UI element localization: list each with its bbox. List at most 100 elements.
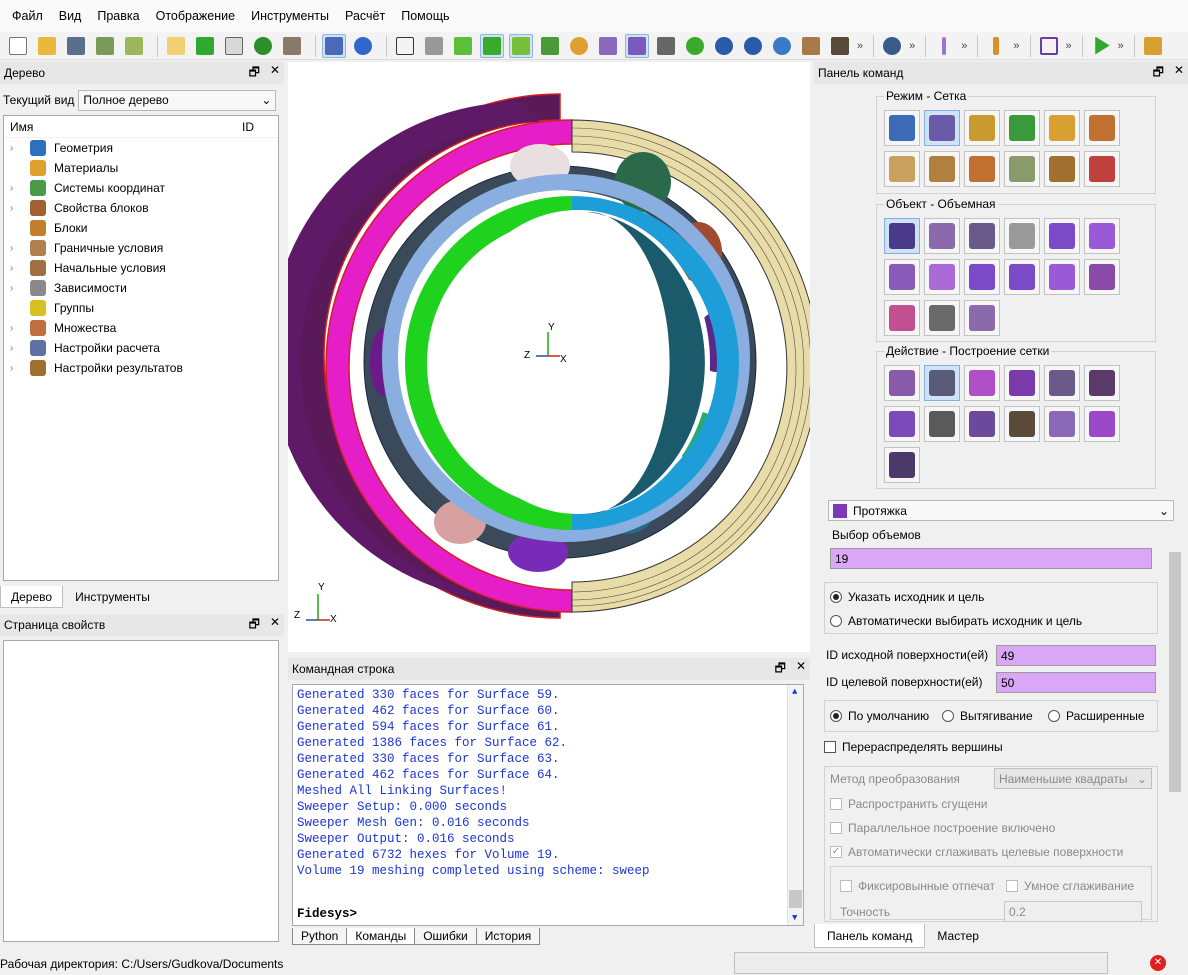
action-button[interactable] (884, 447, 920, 483)
object-button[interactable] (924, 218, 960, 254)
zoom-in-button[interactable] (712, 34, 736, 58)
tab-commands[interactable]: Команды (346, 928, 416, 945)
smart-smooth-checkbox[interactable] (1006, 880, 1018, 892)
transform-select[interactable]: Наименьшие квадраты ⌄ (994, 768, 1152, 789)
source-field[interactable]: 49 (996, 645, 1156, 666)
action-button[interactable] (884, 365, 920, 401)
export-button[interactable] (122, 34, 146, 58)
object-button[interactable] (964, 259, 1000, 295)
expand-arrow-icon[interactable]: › (10, 263, 24, 274)
redistribute-row[interactable]: Перераспределять вершины (824, 740, 1003, 754)
opt-extended-row[interactable]: Расширенные (1048, 709, 1145, 723)
menu-tools[interactable]: Инструменты (243, 9, 337, 23)
tree-item[interactable]: › Системы координат (4, 178, 278, 198)
menu-analysis[interactable]: Расчёт (337, 9, 393, 23)
object-button[interactable] (924, 259, 960, 295)
auto-smooth-checkbox[interactable]: ✓ (830, 846, 842, 858)
tree-view-select[interactable]: Полное дерево ⌄ (78, 89, 277, 111)
object-button[interactable] (1004, 218, 1040, 254)
fit-view-button[interactable] (770, 34, 794, 58)
object-button[interactable] (964, 300, 1000, 336)
action-button[interactable] (1084, 365, 1120, 401)
toolbar-overflow[interactable]: » (1013, 40, 1019, 52)
lighting-button[interactable] (567, 34, 591, 58)
action-button[interactable] (924, 365, 960, 401)
expand-arrow-icon[interactable]: › (10, 183, 24, 194)
scroll-down-icon[interactable]: ▼ (792, 913, 797, 923)
action-button[interactable] (884, 406, 920, 442)
mode-button[interactable] (1084, 151, 1120, 187)
tree-col-id[interactable]: ID (242, 120, 254, 134)
parallel-row[interactable]: Параллельное построение включено (830, 821, 1055, 835)
command-scrollbar[interactable]: ▲ ▼ (787, 685, 803, 925)
mode-button[interactable] (1004, 110, 1040, 146)
float-icon[interactable]: 🗗 (249, 615, 260, 636)
expand-arrow-icon[interactable]: › (10, 203, 24, 214)
frame-button[interactable] (1037, 34, 1061, 58)
radio-specify-row[interactable]: Указать исходник и цель (830, 590, 984, 604)
zoom-out-button[interactable] (741, 34, 765, 58)
select-mode-button[interactable] (322, 33, 346, 58)
command-output[interactable]: Generated 330 faces for Surface 59. Gener… (292, 684, 804, 926)
action-button[interactable] (1044, 365, 1080, 401)
close-icon[interactable]: ✕ (270, 63, 280, 84)
expand-arrow-icon[interactable]: › (10, 323, 24, 334)
auto-smooth-row[interactable]: ✓ Автоматически сглаживать целевые поверх… (830, 845, 1123, 859)
menu-file[interactable]: Файл (4, 9, 51, 23)
object-button[interactable] (884, 259, 920, 295)
3d-viewport[interactable]: Y Z X Y Z X (270, 62, 819, 652)
radio-auto-row[interactable]: Автоматически выбирать исходник и цель (830, 614, 1082, 628)
radio-extrude[interactable] (942, 710, 954, 722)
action-button[interactable] (1004, 365, 1040, 401)
node-button[interactable] (932, 34, 956, 58)
action-button[interactable] (924, 406, 960, 442)
mode-button[interactable] (1044, 110, 1080, 146)
tree-item[interactable]: › Граничные условия (4, 238, 278, 258)
wireframe-button[interactable] (393, 34, 417, 58)
tab-history[interactable]: История (475, 928, 541, 945)
tab-errors[interactable]: Ошибки (414, 928, 477, 945)
hidden-line-button[interactable] (422, 34, 446, 58)
scroll-thumb[interactable] (789, 890, 802, 908)
accuracy-field[interactable]: 0.2 (1004, 901, 1142, 922)
run-analysis-button[interactable] (1089, 34, 1113, 58)
action-button[interactable] (964, 406, 1000, 442)
box-view-button[interactable] (799, 34, 823, 58)
radio-auto[interactable] (830, 615, 842, 627)
tree-item[interactable]: › Геометрия (4, 138, 278, 158)
tree-item[interactable]: › Зависимости (4, 278, 278, 298)
particles-button[interactable] (880, 34, 904, 58)
object-button[interactable] (1004, 259, 1040, 295)
radio-specify[interactable] (830, 591, 842, 603)
action-button[interactable] (1084, 406, 1120, 442)
window-button[interactable] (654, 34, 678, 58)
fixed-imprints-checkbox[interactable] (840, 880, 852, 892)
scroll-up-icon[interactable]: ▲ (792, 687, 797, 697)
open-button[interactable] (35, 34, 59, 58)
scheme-select[interactable]: Протяжка ⌄ (828, 500, 1174, 521)
error-icon[interactable]: ✕ (1150, 955, 1166, 971)
tab-master[interactable]: Мастер (925, 924, 991, 948)
ruler-button[interactable] (828, 34, 852, 58)
tab-python[interactable]: Python (292, 928, 348, 945)
propagate-checkbox[interactable] (830, 798, 842, 810)
coord-button[interactable] (1141, 34, 1165, 58)
tab-tools[interactable]: Инструменты (63, 586, 160, 608)
hammer-button[interactable] (280, 34, 304, 58)
command-panel-scrollbar[interactable] (1168, 552, 1182, 912)
run-id-button[interactable] (222, 34, 246, 58)
mode-button[interactable] (1004, 151, 1040, 187)
save-as-button[interactable] (93, 34, 117, 58)
float-icon[interactable]: 🗗 (249, 63, 260, 84)
close-icon[interactable]: ✕ (1174, 63, 1184, 84)
menu-edit[interactable]: Правка (89, 9, 147, 23)
cut-button[interactable] (509, 33, 533, 58)
object-button[interactable] (1044, 218, 1080, 254)
object-button[interactable] (964, 218, 1000, 254)
object-button[interactable] (884, 300, 920, 336)
expand-arrow-icon[interactable]: › (10, 283, 24, 294)
tree-item[interactable]: › Начальные условия (4, 258, 278, 278)
refresh-button[interactable] (683, 34, 707, 58)
expand-arrow-icon[interactable]: › (10, 363, 24, 374)
redistribute-checkbox[interactable] (824, 741, 836, 753)
